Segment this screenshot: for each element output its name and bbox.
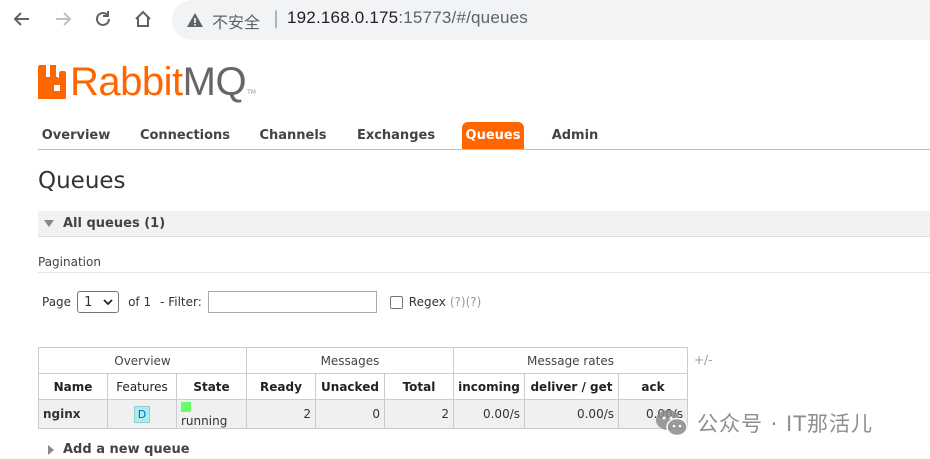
tab-overview[interactable]: Overview	[38, 122, 114, 149]
arrow-right-icon	[56, 12, 72, 26]
watermark: 公众号 · IT那活儿	[655, 406, 873, 440]
regex-help-link[interactable]: (?)	[450, 295, 466, 309]
back-button[interactable]	[10, 7, 34, 31]
tab-admin[interactable]: Admin	[550, 122, 600, 149]
queue-rate-incoming: 0.00/s	[453, 399, 525, 429]
group-header-message-rates: Message rates	[453, 347, 688, 374]
page-select-value: 1	[84, 294, 93, 310]
group-header-messages: Messages	[246, 347, 454, 374]
queue-ready: 2	[246, 399, 316, 429]
url-host: 192.168.0.175	[287, 8, 399, 27]
reload-icon	[96, 11, 110, 26]
main-tabs: Overview Connections Channels Exchanges …	[38, 122, 930, 150]
browser-toolbar: 不安全 | 192.168.0.175:15773/#/queues	[0, 0, 930, 40]
queue-features-cell: D	[107, 399, 177, 429]
tab-channels[interactable]: Channels	[258, 122, 328, 149]
tab-queues[interactable]: Queues	[462, 122, 524, 149]
arrow-left-icon	[13, 12, 29, 26]
warning-icon	[187, 13, 203, 27]
queue-state: running	[181, 414, 228, 428]
group-header-overview: Overview	[38, 347, 247, 374]
column-header-unacked[interactable]: Unacked	[315, 373, 385, 400]
column-header-features: Features	[107, 373, 177, 400]
filter-input[interactable]	[207, 291, 377, 313]
url-text: 192.168.0.175:15773/#/queues	[287, 8, 528, 28]
logo-brand-mq: MQ	[182, 60, 247, 104]
column-toggle-link[interactable]: +/-	[694, 353, 712, 367]
regex-label: Regex	[408, 295, 446, 309]
column-header-ready[interactable]: Ready	[246, 373, 316, 400]
queues-table: Overview Messages Message rates Name Fea…	[38, 347, 688, 429]
add-queue-label: Add a new queue	[63, 442, 190, 457]
queue-unacked: 0	[315, 399, 385, 429]
section-title: All queues (1)	[63, 216, 166, 231]
column-header-name[interactable]: Name	[38, 373, 108, 400]
queue-name-link[interactable]: nginx	[38, 399, 108, 429]
pagination-divider	[38, 272, 930, 273]
state-running-icon	[181, 402, 191, 412]
column-header-total[interactable]: Total	[384, 373, 454, 400]
column-header-ack[interactable]: ack	[618, 373, 688, 400]
url-separator: |	[273, 8, 280, 29]
collapse-triangle-icon	[44, 220, 54, 227]
home-icon	[135, 10, 151, 27]
all-queues-section-toggle[interactable]: All queues (1)	[38, 211, 930, 237]
reload-button[interactable]	[91, 7, 115, 31]
rabbit-logo-icon	[38, 65, 66, 99]
filter-label: - Filter:	[160, 295, 202, 309]
url-path: :15773/#/queues	[398, 8, 528, 27]
pagination-label: Pagination	[38, 255, 101, 269]
home-button[interactable]	[131, 7, 155, 31]
durable-badge: D	[134, 405, 150, 423]
column-header-incoming[interactable]: incoming	[453, 373, 525, 400]
logo-brand: Rabbit	[70, 60, 183, 104]
forward-button[interactable]	[51, 7, 75, 31]
watermark-text: 公众号 · IT那活儿	[697, 412, 874, 436]
page-label: Page	[42, 295, 72, 309]
address-bar[interactable]: 不安全 | 192.168.0.175:15773/#/queues	[172, 0, 930, 40]
expand-triangle-icon	[48, 444, 54, 455]
rabbitmq-logo[interactable]: RabbitMQ TM	[38, 62, 256, 102]
pager-controls: Page 1 of 1 - Filter: Regex (?) (?)	[42, 290, 481, 314]
tab-connections[interactable]: Connections	[138, 122, 232, 149]
chevron-down-icon	[103, 299, 113, 306]
table-row: nginx D running 2 0 2 0.00/s 0.00/s 0.00…	[38, 399, 688, 429]
queue-state-cell: running	[176, 399, 247, 429]
queue-rate-deliver-get: 0.00/s	[524, 399, 619, 429]
wechat-logo-icon	[656, 410, 688, 437]
queue-total: 2	[384, 399, 454, 429]
column-header-state[interactable]: State	[176, 373, 247, 400]
page-select[interactable]: 1	[77, 291, 120, 313]
insecure-label: 不安全	[212, 13, 261, 32]
logo-trademark: TM	[247, 89, 256, 96]
add-new-queue-toggle[interactable]: Add a new queue	[48, 442, 190, 457]
column-header-deliver-get[interactable]: deliver / get	[524, 373, 619, 400]
filter-help-link[interactable]: (?)	[466, 295, 482, 309]
logo-wordmark: RabbitMQ	[70, 60, 247, 104]
regex-checkbox[interactable]	[389, 295, 403, 309]
page-title: Queues	[38, 168, 126, 194]
page-count: of 1	[128, 295, 152, 309]
tab-exchanges[interactable]: Exchanges	[356, 122, 436, 149]
